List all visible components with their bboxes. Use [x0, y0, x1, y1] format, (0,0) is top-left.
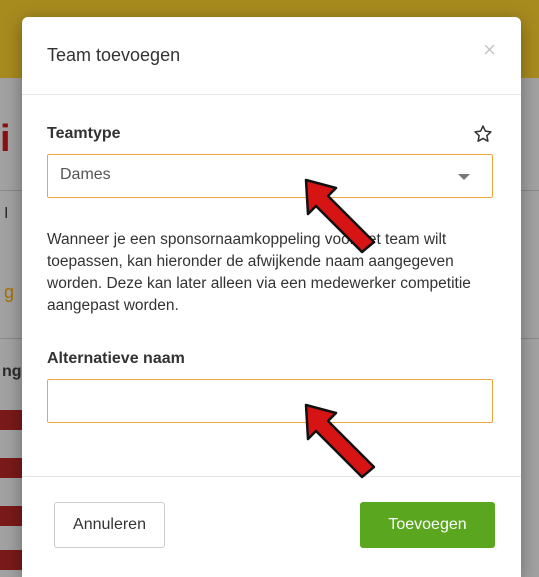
background-logo-fragment: i	[0, 118, 11, 160]
add-team-modal: Team toevoegen × Teamtype Dames Wanneer …	[22, 17, 521, 577]
background-text-fragment: I	[4, 205, 9, 222]
alternative-name-input[interactable]	[47, 379, 493, 423]
background-badge	[0, 458, 22, 478]
team-type-select[interactable]: Dames	[47, 154, 493, 198]
alternative-name-label: Alternatieve naam	[47, 350, 185, 367]
background-link-fragment: g	[4, 282, 15, 302]
star-icon[interactable]	[473, 124, 493, 144]
cancel-button[interactable]: Annuleren	[54, 502, 165, 548]
add-team-button[interactable]: Toevoegen	[360, 502, 495, 548]
team-type-label: Teamtype	[47, 125, 121, 142]
background-divider	[0, 190, 22, 191]
annotation-arrow-icon	[304, 178, 376, 254]
modal-title: Team toevoegen	[47, 45, 181, 65]
background-divider	[0, 338, 22, 339]
sponsor-name-help-text: Wanneer je een sponsornaamkoppeling voor…	[47, 231, 471, 314]
background-badge	[0, 550, 22, 570]
background-divider	[521, 338, 539, 339]
annotation-arrow-icon	[304, 403, 376, 479]
footer-divider	[22, 476, 521, 477]
close-icon[interactable]: ×	[483, 39, 496, 61]
background-badge	[0, 506, 22, 526]
background-heading-fragment: ng	[2, 363, 22, 380]
background-right-column	[521, 78, 539, 577]
team-type-selected-value: Dames	[60, 166, 111, 183]
background-divider	[521, 190, 539, 191]
chevron-down-icon	[458, 174, 470, 180]
modal-header: Team toevoegen ×	[22, 17, 521, 95]
background-badge	[0, 410, 22, 430]
